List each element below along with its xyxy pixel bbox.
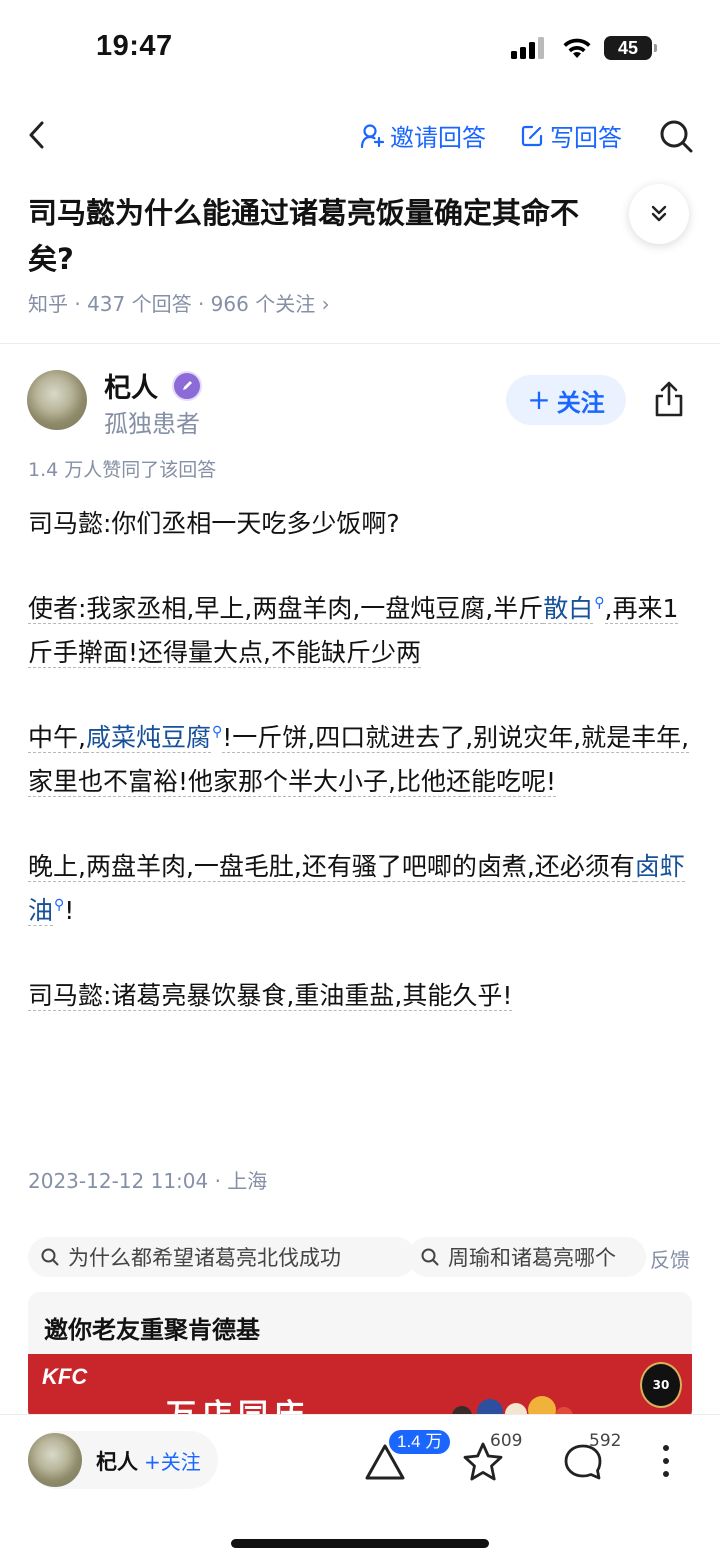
keyword-link[interactable]: 咸菜炖豆腐⚲ (85, 723, 223, 753)
anniversary-badge: 30 (640, 1362, 682, 1408)
question-title-line2: 矣? (28, 242, 74, 276)
write-answer-button[interactable]: 写回答 (520, 118, 622, 153)
status-time: 19:47 (96, 30, 173, 62)
feedback-link[interactable]: 反馈 (650, 1244, 690, 1273)
creator-badge-icon (172, 371, 202, 401)
invite-user-icon (360, 123, 384, 148)
related-search-tag[interactable]: 周瑜和诸葛亮哪个 (408, 1237, 646, 1277)
search-mini-icon: ⚲ (54, 897, 65, 913)
divider (0, 343, 720, 344)
back-arrow-icon[interactable] (26, 120, 48, 150)
collapse-button[interactable] (629, 184, 689, 244)
question-title-line1: 司马懿为什么能通过诸葛亮饭量确定其命不 (28, 196, 580, 230)
answer-paragraph: 司马懿:你们丞相一天吃多少饭啊? (28, 509, 400, 538)
invite-answer-button[interactable]: 邀请回答 (360, 118, 486, 153)
plus-icon: + (527, 383, 551, 416)
answer-paragraph: 中午,咸菜炖豆腐⚲!一斤饼,四口就进去了,别说灾年,就是丰年,家里也不富裕!他家… (28, 723, 690, 797)
author-bio: 孤独患者 (104, 410, 200, 438)
invite-answer-label: 邀请回答 (390, 124, 486, 152)
answer-paragraph: 晚上,两盘羊肉,一盘毛肚,还有骚了吧唧的卤煮,还必须有卤虾油⚲! (28, 852, 685, 926)
bottom-action-bar: 杞人 +关注 1.4 万 609 592 (0, 1414, 720, 1562)
home-indicator[interactable] (231, 1539, 489, 1548)
upvote-count-badge: 1.4 万 (389, 1430, 451, 1454)
answer-content: 司马懿:你们丞相一天吃多少饭啊? 使者:我家丞相,早上,两盘羊肉,一盘炖豆腐,半… (28, 502, 692, 1059)
avatar[interactable] (27, 370, 87, 430)
more-options-icon[interactable] (656, 1443, 676, 1479)
battery-indicator: 45 (604, 36, 652, 60)
search-mini-icon: ⚲ (594, 595, 605, 611)
bottom-author-chip[interactable]: 杞人 +关注 (28, 1431, 218, 1489)
question-title[interactable]: 司马懿为什么能通过诸葛亮饭量确定其命不 矣? (28, 190, 648, 282)
avatar (28, 1433, 82, 1487)
follow-label: 关注 (556, 388, 605, 417)
battery-cap (654, 44, 657, 52)
search-icon (421, 1248, 439, 1266)
upvote-summary: 1.4 万人赞同了该回答 (28, 459, 217, 481)
double-chevron-down-icon (651, 205, 667, 222)
bottom-author-name: 杞人 (96, 1450, 138, 1474)
ad-banner[interactable]: KFC 万店同庆 30 (28, 1354, 692, 1422)
author-name[interactable]: 杞人 (104, 366, 158, 405)
cell-signal-icon (511, 37, 547, 59)
answer-paragraph: 司马懿:诸葛亮暴饮暴食,重油重盐,其能久乎! (28, 981, 513, 1011)
edit-icon (521, 125, 543, 146)
follow-button[interactable]: + 关注 (506, 375, 626, 425)
answer-paragraph: 使者:我家丞相,早上,两盘羊肉,一盘炖豆腐,半斤散白⚲,再来1斤手擀面!还得量大… (28, 594, 679, 668)
wifi-icon (563, 38, 591, 58)
share-icon[interactable] (652, 380, 686, 418)
related-search-tag[interactable]: 为什么都希望诸葛亮北伐成功 (28, 1237, 416, 1277)
write-answer-label: 写回答 (550, 124, 622, 152)
question-meta[interactable]: 知乎 · 437 个回答 · 966 个关注 › (28, 288, 330, 317)
keyword-link[interactable]: 散白⚲ (543, 594, 605, 624)
search-icon (41, 1248, 59, 1266)
ad-card[interactable]: 邀你老友重聚肯德基 KFC 万店同庆 30 (28, 1292, 692, 1422)
kfc-logo: KFC (42, 1364, 88, 1389)
ad-title: 邀你老友重聚肯德基 (44, 1316, 260, 1344)
comment-count: 592 (589, 1431, 622, 1451)
favorite-count: 609 (490, 1431, 523, 1451)
search-icon[interactable] (658, 118, 694, 154)
search-mini-icon: ⚲ (211, 724, 223, 740)
bottom-follow-button[interactable]: +关注 (144, 1446, 201, 1475)
answer-date: 2023-12-12 11:04 · 上海 (28, 1169, 268, 1193)
